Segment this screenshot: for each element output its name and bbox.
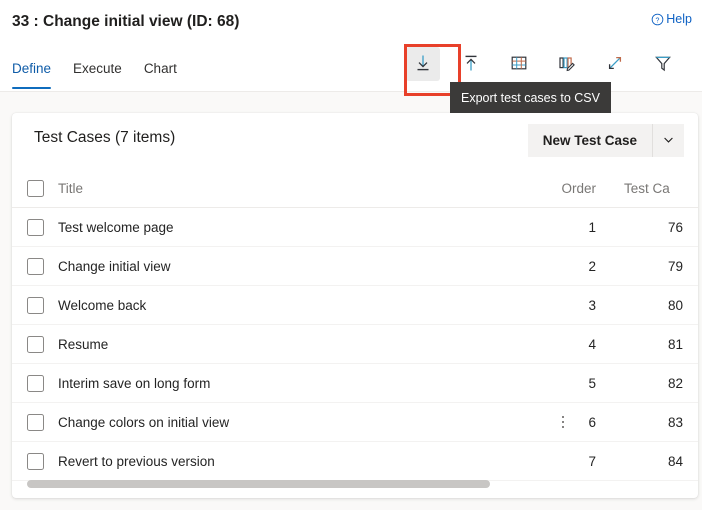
row-select-cell <box>12 413 58 431</box>
grid-view-button[interactable] <box>502 47 536 81</box>
row-test-case-id: 84 <box>667 453 683 469</box>
tab-list: Define Execute Chart <box>12 44 177 92</box>
table-horizontal-scrollbar[interactable] <box>12 476 698 492</box>
question-circle-icon: ? <box>651 13 664 26</box>
tab-define[interactable]: Define <box>12 44 52 92</box>
help-label: Help <box>666 12 692 26</box>
page-title: 33 : Change initial view (ID: 68) <box>12 13 240 30</box>
row-title[interactable]: Welcome back <box>58 298 538 313</box>
columns-edit-pencil-icon <box>557 53 577 76</box>
test-cases-grid: Title Order Test Ca Test welcome page 1 … <box>12 170 698 481</box>
row-checkbox[interactable] <box>26 335 44 353</box>
row-select-cell <box>12 335 58 353</box>
scrollbar-thumb[interactable] <box>27 480 490 488</box>
table-row[interactable]: Resume 4 81 <box>12 325 698 364</box>
table-row[interactable]: Test welcome page 1 76 <box>12 208 698 247</box>
row-test-case-id: 76 <box>667 219 683 235</box>
toolbar <box>406 47 680 81</box>
diagonal-expand-arrows-icon <box>605 53 625 76</box>
table-row[interactable]: Interim save on long form 5 82 <box>12 364 698 403</box>
new-test-case-split-button: New Test Case <box>527 124 684 157</box>
row-select-cell <box>12 218 58 236</box>
row-title[interactable]: Change colors on initial view <box>58 415 538 430</box>
card-title: Test Cases (7 items) <box>34 129 176 146</box>
row-checkbox[interactable] <box>26 374 44 392</box>
row-test-case-id: 80 <box>667 297 683 313</box>
row-checkbox[interactable] <box>26 452 44 470</box>
card-header: Test Cases (7 items) New Test Case <box>12 113 698 170</box>
row-test-case-id: 81 <box>667 336 683 352</box>
select-all-checkbox[interactable] <box>26 180 44 197</box>
upload-arrow-to-line-icon <box>461 53 481 76</box>
row-checkbox[interactable] <box>26 257 44 275</box>
row-test-case-id: 82 <box>667 375 683 391</box>
row-order: 2 <box>588 258 596 274</box>
import-csv-button[interactable] <box>454 47 488 81</box>
row-test-case-id: 83 <box>667 414 683 430</box>
select-all-cell <box>12 180 58 197</box>
row-title[interactable]: Change initial view <box>58 259 538 274</box>
row-select-cell <box>12 296 58 314</box>
row-order: 4 <box>588 336 596 352</box>
funnel-filter-icon <box>653 53 673 76</box>
row-title[interactable]: Test welcome page <box>58 220 538 235</box>
new-test-case-menu-button[interactable] <box>653 124 684 157</box>
help-link[interactable]: ? Help <box>651 12 692 26</box>
bulk-edit-button[interactable] <box>550 47 584 81</box>
row-select-cell <box>12 257 58 275</box>
column-header-order[interactable]: Order <box>538 181 618 196</box>
svg-text:?: ? <box>656 17 660 24</box>
row-order: 3 <box>588 297 596 313</box>
row-order: 6 <box>588 414 596 430</box>
row-title[interactable]: Revert to previous version <box>58 454 538 469</box>
expand-view-button[interactable] <box>598 47 632 81</box>
row-test-case-id: 79 <box>667 258 683 274</box>
row-title[interactable]: Interim save on long form <box>58 376 538 391</box>
row-checkbox[interactable] <box>26 413 44 431</box>
download-arrow-to-line-icon <box>413 53 433 76</box>
row-select-cell <box>12 374 58 392</box>
page-header: 33 : Change initial view (ID: 68) ? Help <box>0 0 702 44</box>
row-checkbox[interactable] <box>26 296 44 314</box>
row-order: 7 <box>588 453 596 469</box>
test-cases-card: Test Cases (7 items) New Test Case Title… <box>12 113 698 498</box>
row-title[interactable]: Resume <box>58 337 538 352</box>
grid-header-row: Title Order Test Ca <box>12 170 698 208</box>
tab-chart[interactable]: Chart <box>144 44 177 92</box>
table-row[interactable]: Welcome back 3 80 <box>12 286 698 325</box>
filter-button[interactable] <box>646 47 680 81</box>
row-order: 1 <box>588 219 596 235</box>
row-select-cell <box>12 452 58 470</box>
table-row[interactable]: Change initial view 2 79 <box>12 247 698 286</box>
column-header-title[interactable]: Title <box>58 181 538 196</box>
export-csv-button[interactable] <box>406 47 440 81</box>
export-csv-tooltip: Export test cases to CSV <box>450 82 611 113</box>
table-grid-icon <box>509 53 529 76</box>
tab-execute[interactable]: Execute <box>73 44 122 92</box>
column-header-test-case-id[interactable]: Test Ca <box>618 181 698 196</box>
row-more-actions-icon[interactable] <box>557 412 569 432</box>
new-test-case-button[interactable]: New Test Case <box>527 124 652 157</box>
row-order: 5 <box>588 375 596 391</box>
chevron-down-icon <box>662 133 675 149</box>
row-checkbox[interactable] <box>26 218 44 236</box>
table-row[interactable]: Change colors on initial view 6 83 <box>12 403 698 442</box>
